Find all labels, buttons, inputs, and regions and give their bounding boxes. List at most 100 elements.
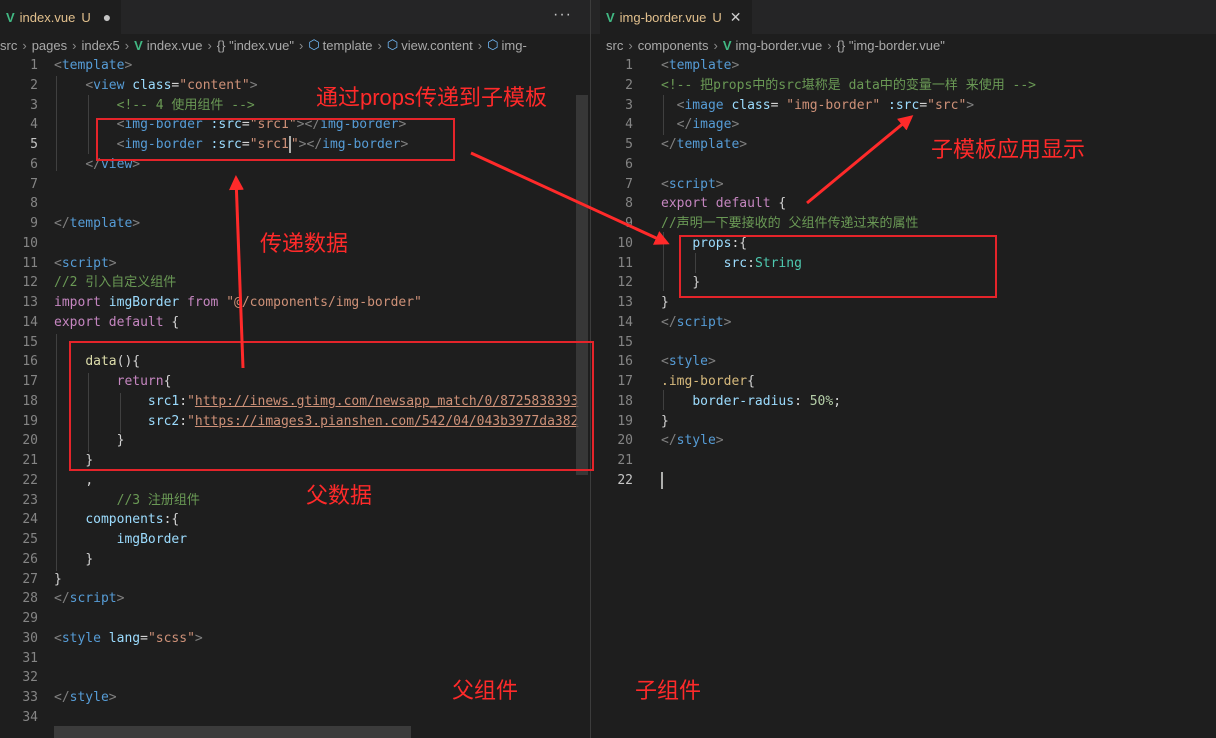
chevron-right-icon: › (298, 37, 304, 53)
chevron-right-icon: › (22, 37, 27, 53)
highlight-box-props (679, 235, 997, 298)
line-number: 6 (625, 156, 633, 172)
vue-icon: V (722, 37, 732, 53)
close-icon[interactable]: ✕ (730, 9, 742, 26)
untracked-badge: U (712, 9, 722, 25)
line-number: 1 (30, 58, 38, 73)
line-number: 34 (22, 709, 38, 725)
line-number: 2 (30, 77, 38, 93)
annotation-child-display: 子模板应用显示 (931, 137, 1086, 162)
breadcrumb: src › pages › index5 › Vindex.vue › {} "inde… (0, 34, 590, 56)
line-number: 10 (22, 235, 38, 251)
chevron-right-icon: › (713, 37, 718, 53)
breadcrumb-item[interactable]: src (0, 38, 17, 53)
line-number: 4 (30, 117, 38, 133)
line-number: 31 (22, 650, 38, 666)
chevron-right-icon: › (377, 37, 382, 53)
code-line: .img-border{ (661, 374, 755, 389)
breadcrumb-item[interactable]: index.vue (147, 38, 203, 53)
line-number: 20 (617, 433, 633, 449)
annotation-child-component: 子组件 (635, 678, 702, 703)
breadcrumb-item[interactable]: {} "img-border.vue" (837, 38, 945, 53)
line-number: 8 (30, 196, 38, 212)
line-number: 21 (22, 453, 38, 468)
text-cursor (661, 471, 663, 489)
breadcrumb-item[interactable]: template (323, 38, 373, 53)
annotation-pass-props: 通过props传递到子模板 (316, 85, 548, 110)
vue-icon: V (6, 9, 15, 25)
line-number: 19 (617, 413, 633, 429)
tab-index-vue[interactable]: V index.vue U ● (0, 0, 122, 34)
line-number: 6 (30, 156, 38, 172)
breadcrumb: src › components › Vimg-border.vue › {} "im… (606, 34, 1216, 56)
breadcrumb-item[interactable]: index5 (81, 38, 119, 53)
line-number: 26 (22, 551, 38, 567)
line-number: 33 (22, 690, 38, 705)
breadcrumb-item[interactable]: src (606, 38, 623, 53)
unsaved-dot-icon[interactable]: ● (103, 9, 111, 25)
line-number: 15 (617, 334, 633, 350)
line-number: 3 (625, 97, 633, 113)
code-line: <script> (661, 176, 724, 192)
breadcrumb-item[interactable]: {} "index.vue" (217, 38, 294, 53)
right-editor-pane: V img-border.vue U ✕ src › components › Vi… (591, 0, 1216, 738)
line-number: 24 (22, 512, 38, 528)
code-line: </script> (661, 314, 732, 330)
line-number: 19 (22, 413, 38, 429)
code-line: components:{ (85, 512, 180, 528)
horizontal-scrollbar[interactable] (54, 726, 411, 738)
chevron-right-icon: › (628, 37, 633, 53)
line-number: 9 (30, 216, 38, 231)
line-number: 14 (22, 314, 38, 330)
code-line: <!-- 把props中的src堪称是 data中的变量一样 来使用 --> (661, 77, 1037, 93)
line-number: 7 (625, 176, 633, 192)
chevron-right-icon: › (124, 37, 130, 53)
line-number: 1 (625, 58, 633, 73)
breadcrumb-item[interactable]: img- (502, 38, 527, 53)
breadcrumb-item[interactable]: img-border.vue (736, 38, 823, 53)
vue-icon: V (134, 37, 143, 53)
line-number: 12 (617, 275, 633, 291)
line-number: 2 (625, 77, 633, 93)
code-line: </script> (54, 591, 125, 607)
line-number-gutter: 1 2 3 4 5 6 7 8 9 10 11 12 13 14 15 16 17 18 19 20 21 22 (595, 56, 633, 491)
code-line: imgBorder (116, 532, 188, 547)
element-icon: ⬡ (386, 37, 399, 52)
breadcrumb-item[interactable]: pages (32, 38, 67, 53)
tab-img-border-vue[interactable]: V img-border.vue U ✕ (600, 0, 752, 34)
breadcrumb-item[interactable]: view.content (401, 38, 473, 53)
chevron-right-icon: › (827, 37, 832, 53)
breadcrumb-item[interactable]: components (638, 38, 709, 53)
line-number: 13 (22, 295, 38, 310)
line-number: 22 (22, 472, 38, 488)
line-number: 25 (22, 532, 38, 547)
untracked-badge: U (81, 9, 91, 25)
chevron-right-icon: › (477, 37, 483, 53)
code-line: </style> (661, 433, 724, 449)
code-line: } (85, 551, 94, 567)
line-number: 9 (625, 216, 633, 231)
line-number: 4 (625, 117, 633, 133)
more-actions-icon[interactable]: ··· (553, 6, 572, 24)
highlight-box-usage (96, 118, 455, 161)
line-number-gutter: 1 2 3 4 5 6 7 8 9 10 11 12 13 14 15 16 17 18 19 20 21 22 23 24 2… (0, 56, 38, 728)
line-number: 11 (22, 255, 38, 271)
line-number: 30 (22, 630, 38, 646)
line-number: 7 (30, 176, 38, 192)
tab-filename: index.vue (19, 9, 76, 25)
code-line-active (661, 471, 1036, 491)
element-icon: ⬡ (487, 37, 499, 52)
chevron-right-icon: › (207, 37, 212, 53)
line-number: 18 (22, 393, 38, 409)
annotation-parent-component: 父组件 (452, 678, 519, 703)
line-number: 16 (22, 354, 38, 370)
code-line: <template> (661, 58, 740, 73)
annotation-pass-data: 传递数据 (260, 231, 349, 256)
code-line: border-radius: 50%; (692, 393, 842, 409)
line-number: 27 (22, 571, 38, 587)
line-number: 3 (30, 97, 38, 113)
highlight-box-parent-data (69, 341, 594, 471)
line-number: 22 (617, 472, 633, 488)
